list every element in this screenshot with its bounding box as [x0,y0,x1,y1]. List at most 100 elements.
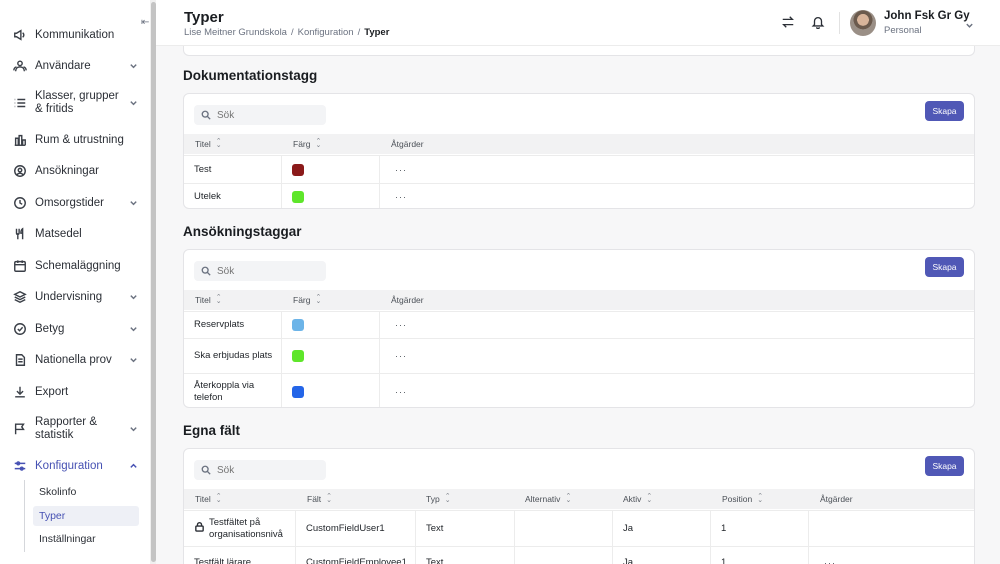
sidebar-item-rum[interactable]: Rum & utrustning [0,126,150,154]
column-header-actions: Åtgärder [820,494,853,504]
sidebar: ⇤ Kommunikation Användare Klasser, grupp… [0,0,150,564]
cell-actions: ··· [380,312,974,338]
sidebar-item-betyg[interactable]: Betyg [0,315,150,343]
table-row: Utelek ··· [184,183,974,208]
column-header-color[interactable]: Färg ⌃ ⌄ [293,290,321,310]
color-swatch [292,350,304,362]
cell-color [282,312,380,338]
column-header-field[interactable]: Fält ⌃ ⌄ [307,489,332,509]
column-header-title[interactable]: Titel ⌃ ⌄ [195,134,222,154]
sidebar-item-schemalaggning[interactable]: Schemaläggning [0,252,150,280]
cell-position: 1 [711,547,809,564]
breadcrumb-item-current: Typer [364,27,390,38]
sidebar-item-label: Klasser, grupper & fritids [35,90,119,115]
search-icon [201,465,211,475]
sidebar-item-klasser[interactable]: Klasser, grupper & fritids [0,89,150,117]
subnav-item-installningar[interactable]: Inställningar [33,529,139,549]
chevron-down-icon [129,293,138,302]
search-field[interactable] [194,460,326,480]
sidebar-item-rapporter[interactable]: Rapporter & statistik [0,415,150,443]
table-header: Titel ⌃ ⌄ Fält ⌃ ⌄ Typ ⌃ ⌄ Alternativ ⌃ ⌄ Aktiv ⌃… [184,489,974,509]
cell-color [282,374,380,407]
column-header-active[interactable]: Aktiv ⌃ ⌄ [623,489,652,509]
sort-icon: ⌃ ⌄ [444,493,451,504]
create-button[interactable]: Skapa [925,257,964,277]
more-actions-icon[interactable]: ··· [395,319,407,331]
sidebar-item-export[interactable]: Export [0,378,150,406]
search-input[interactable] [217,464,317,476]
sidebar-item-label: Ansökningar [35,165,99,177]
user-name[interactable]: John Fsk Gr Gy [884,10,970,22]
column-header-color[interactable]: Färg ⌃ ⌄ [293,134,321,154]
subnav-item-skolinfo[interactable]: Skolinfo [33,482,139,502]
clock-icon [13,196,27,210]
sidebar-item-anvandare[interactable]: Användare [0,52,150,80]
sidebar-item-label: Kommunikation [35,29,115,41]
cell-color [282,339,380,373]
sort-icon: ⌃ ⌄ [215,138,222,149]
cell-title: Ska erbjudas plats [184,339,282,373]
breadcrumb-item-config[interactable]: Konfiguration [298,27,354,38]
sidebar-item-konfiguration[interactable]: Konfiguration [0,452,150,480]
sidebar-item-label: Användare [35,60,91,72]
column-header-alternative[interactable]: Alternativ ⌃ ⌄ [525,489,571,509]
users-icon [13,59,27,73]
more-actions-icon[interactable]: ··· [395,164,407,176]
chevron-down-icon [129,199,138,208]
switch-arrows-icon[interactable] [781,15,795,29]
sidebar-item-ansokningar[interactable]: Ansökningar [0,157,150,185]
create-button[interactable]: Skapa [925,101,964,121]
more-actions-icon[interactable]: ··· [395,386,407,398]
sidebar-item-kommunikation[interactable]: Kommunikation [0,21,150,49]
cell-active: Ja [613,547,711,564]
cell-title: Test [184,156,282,183]
building-icon [13,133,27,147]
check-circle-icon [13,322,27,336]
search-field[interactable] [194,261,326,281]
breadcrumb-separator: / [357,27,361,38]
column-header-type[interactable]: Typ ⌃ ⌄ [426,489,451,509]
column-header-position[interactable]: Position ⌃ ⌄ [722,489,763,509]
column-header-actions: Åtgärder [391,295,424,305]
search-field[interactable] [194,105,326,125]
sidebar-item-label: Schemaläggning [35,260,121,272]
sort-icon: ⌃ ⌄ [565,493,572,504]
chevron-down-icon [129,325,138,334]
more-actions-icon[interactable]: ··· [824,557,836,564]
header-divider [839,12,840,34]
sidebar-item-label: Rum & utrustning [35,134,124,146]
column-header-title[interactable]: Titel ⌃ ⌄ [195,489,222,509]
sidebar-scrollbar-thumb[interactable] [151,2,156,562]
avatar[interactable] [850,10,876,36]
cell-actions: ··· [809,547,974,564]
search-input[interactable] [217,265,317,277]
search-icon [201,266,211,276]
cell-type: Text [416,547,515,564]
more-actions-icon[interactable]: ··· [395,191,407,203]
sidebar-item-matsedel[interactable]: Matsedel [0,220,150,248]
sidebar-item-undervisning[interactable]: Undervisning [0,283,150,311]
previous-card-bottom [183,46,975,56]
search-icon [201,110,211,120]
sidebar-item-nationella-prov[interactable]: Nationella prov [0,346,150,374]
table-row: Återkoppla via telefon ··· [184,373,974,407]
breadcrumb: Lise Meitner Grundskola / Konfiguration … [184,27,389,38]
layers-icon [13,290,27,304]
sidebar-item-omsorgstider[interactable]: Omsorgstider [0,189,150,217]
page-title: Typer [184,9,224,26]
chevron-up-icon [129,462,138,471]
sidebar-item-label: Konfiguration [35,460,103,472]
breadcrumb-item-school[interactable]: Lise Meitner Grundskola [184,27,287,38]
subnav-item-typer[interactable]: Typer [33,506,139,526]
chevron-down-icon[interactable] [965,19,974,28]
bell-icon[interactable] [811,15,825,30]
fork-knife-icon [13,227,27,241]
section-title-custom-fields: Egna fält [183,423,241,438]
cell-title: Testfält lärare [184,547,296,564]
table-header: Titel ⌃ ⌄ Färg ⌃ ⌄ Åtgärder [184,290,974,310]
more-actions-icon[interactable]: ··· [395,350,407,362]
sort-icon: ⌃ ⌄ [646,493,653,504]
create-button[interactable]: Skapa [925,456,964,476]
column-header-title[interactable]: Titel ⌃ ⌄ [195,290,222,310]
search-input[interactable] [217,109,317,121]
